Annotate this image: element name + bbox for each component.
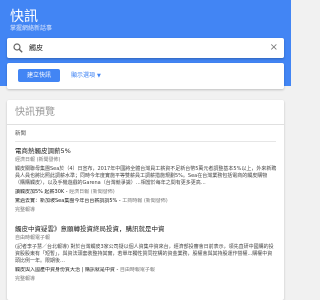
article-source: 自由時報電子報 [15, 235, 51, 241]
related-article-title: 驚過去實：新加坡Sea集團今年台台薪調調5% - [15, 198, 123, 204]
related-article[interactable]: 驚過去實：新加坡Sea集團今年台台薪調調5% - 工商時報 (新聞發佈) [15, 198, 277, 205]
alert-preview-card: 快訊預覽 新聞 電商熱觸皮調薪5% 經濟日報 (新聞發佈) 觸皮關聯母集團Sea… [7, 100, 284, 300]
related-article-source: 經濟日報 (新聞發佈) [69, 189, 115, 195]
search-input[interactable] [29, 41, 259, 55]
related-article-source: 自由時報電子報 [119, 267, 155, 273]
related-article[interactable]: 讀觸皮加5% 起薪30K - 經濟日報 (新聞發佈) [15, 189, 277, 196]
create-alert-button[interactable]: 建立快訊 [18, 69, 60, 82]
section-label-news: 新聞 [15, 131, 27, 137]
show-options-button[interactable]: 顯示選項 ▼ [71, 71, 101, 81]
related-article-source: 工商時報 (新聞發佈) [122, 198, 168, 204]
full-coverage-link[interactable]: 完整報導 [15, 276, 277, 283]
article-item: 電商熱觸皮調薪5% 經濟日報 (新聞發佈) 觸皮關聯母集團Sea於（4）日宣布，… [15, 147, 277, 214]
page-title: 快訊 [10, 9, 38, 25]
related-article[interactable]: 觸皮與入國產中資身份質大治 | 購訊就是中資 - 自由時報電子報 [15, 267, 277, 274]
show-options-label: 顯示選項 [71, 72, 96, 79]
related-article-title: 觸皮與入國產中資身份質大治 | 購訊就是中資 - [15, 267, 120, 273]
article-title-link[interactable]: 觸皮中資疑雲》意願轉投資終局投資，購訊就是中資 [15, 225, 277, 234]
article-snippet: (記者李子慧／台北報導) 對於台灣觸皮3家公司疑以個人資集中資來台，經濟部投審會… [15, 244, 274, 264]
article-item: 觸皮中資疑雲》意願轉投資終局投資，購訊就是中資 自由時報電子報 (記者李子慧／台… [15, 225, 277, 283]
article-title-link[interactable]: 電商熱觸皮調薪5% [15, 147, 277, 156]
related-article-title: 讀觸皮加5% 起薪30K - [15, 189, 70, 195]
chevron-down-icon: ▼ [97, 73, 101, 79]
page-subtitle: 掌握網絡新話事 [10, 25, 53, 32]
divider [7, 124, 284, 125]
full-coverage-link[interactable]: 完整報導 [15, 207, 277, 214]
action-bar: 建立快訊 顯示選項 ▼ [7, 63, 284, 89]
search-bar[interactable]: × [7, 38, 284, 58]
search-icon [13, 43, 23, 53]
divider [15, 141, 276, 142]
preview-title: 快訊預覽 [15, 107, 55, 118]
article-source: 經濟日報 (新聞發佈) [15, 157, 61, 163]
clear-icon[interactable]: × [270, 41, 278, 55]
article-snippet: 觸皮關聯母集團Sea於（4）日宣布，2017年中國將全體台灣員工薪資不足新台幣5… [15, 166, 277, 186]
